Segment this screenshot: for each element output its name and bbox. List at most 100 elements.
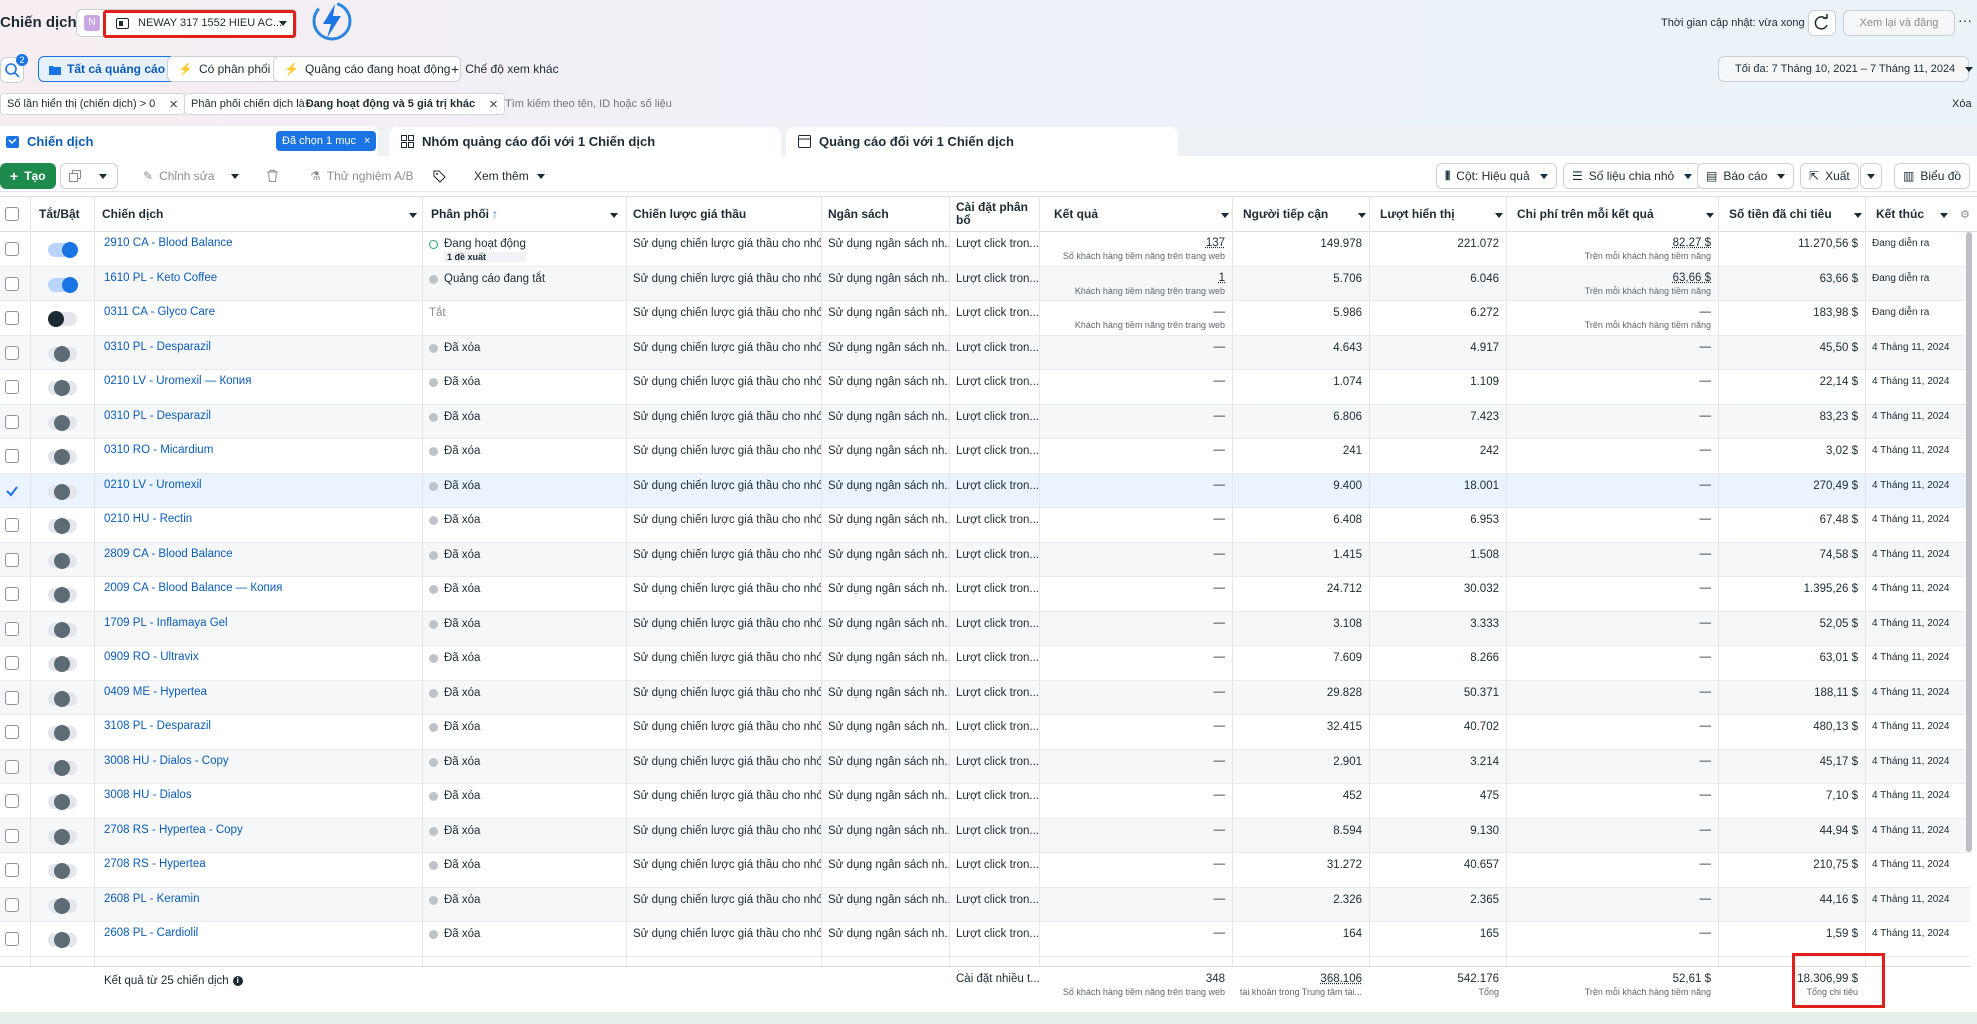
breakdown-button[interactable]: ☰ Số liệu chia nhỏ	[1563, 163, 1702, 189]
campaign-toggle[interactable]	[48, 552, 77, 569]
table-row[interactable]: 0310 RO - Micardium Đã xóa Sử dụng chiến l…	[0, 439, 1970, 474]
table-row[interactable]: 2910 CA - Blood Balance Đang hoạt động 1 đ…	[0, 232, 1970, 267]
row-checkbox[interactable]	[5, 380, 19, 394]
chevron-down-icon[interactable]	[1358, 213, 1366, 218]
campaign-toggle[interactable]	[48, 897, 77, 914]
table-row[interactable]: 2009 CA - Blood Balance — Копия Đã xóa Sử …	[0, 577, 1970, 612]
table-row[interactable]: 0310 PL - Desparazil Đã xóa Sử dụng chiến …	[0, 404, 1970, 439]
search-input[interactable]	[505, 93, 905, 115]
campaign-name-link[interactable]: 2009 CA - Blood Balance — Копия	[97, 577, 422, 611]
column-cost-per-result[interactable]: Chi phí trên mỗi kết quả	[1510, 196, 1661, 232]
recommendation-badge[interactable]: 1 đề xuất	[444, 252, 526, 262]
campaign-name-link[interactable]: 0210 HU - Rectin	[97, 508, 422, 542]
charts-button[interactable]: ▥ Biểu đồ	[1894, 163, 1971, 189]
chevron-down-icon[interactable]	[1495, 213, 1503, 218]
campaign-toggle[interactable]	[48, 932, 77, 948]
campaign-toggle[interactable]	[48, 587, 77, 603]
campaign-name-link[interactable]: 3108 PL - Desparazil	[97, 715, 422, 749]
table-row[interactable]: 0210 LV - Uromexil — Копия Đã xóa Sử dụng …	[0, 370, 1970, 405]
table-row[interactable]: 2708 RS - Hypertea Đã xóa Sử dụng chiến lư…	[0, 853, 1970, 888]
table-row[interactable]: 3108 PL - Desparazil Đã xóa Sử dụng chiến …	[0, 715, 1970, 750]
campaign-toggle[interactable]	[48, 380, 77, 396]
row-checkbox[interactable]	[5, 414, 19, 429]
all-ads-filter[interactable]: Tất cả quảng cáo	[38, 56, 177, 82]
more-options-icon[interactable]: ···	[1958, 12, 1972, 28]
campaign-toggle[interactable]	[48, 690, 77, 707]
vertical-scrollbar[interactable]	[1966, 232, 1972, 852]
campaign-toggle[interactable]	[48, 621, 77, 638]
tab-adsets[interactable]: Nhóm quảng cáo đối với 1 Chiến dịch	[401, 126, 655, 156]
table-row[interactable]: 2608 PL - Cardiolil Đã xóa Sử dụng chiến l…	[0, 922, 1970, 957]
row-checkbox[interactable]	[5, 621, 19, 636]
review-publish-button[interactable]: Xem lại và đăng	[1843, 10, 1955, 36]
delete-button[interactable]	[259, 163, 286, 189]
table-row[interactable]: 3008 HU - Dialos Đã xóa Sử dụng chiến lược…	[0, 784, 1970, 819]
row-checkbox[interactable]	[5, 276, 19, 291]
table-row[interactable]: 2608 PL - Keramin Đã xóa Sử dụng chiến lượ…	[0, 887, 1970, 922]
campaign-name-link[interactable]: 0210 LV - Uromexil — Копия	[97, 370, 422, 404]
row-checkbox[interactable]	[5, 794, 19, 808]
row-checkbox[interactable]	[5, 242, 19, 256]
row-checkbox[interactable]	[5, 656, 19, 670]
campaign-name-link[interactable]: 0310 PL - Desparazil	[97, 336, 422, 370]
campaign-name-link[interactable]: 2608 PL - Cardiolil	[97, 922, 422, 956]
other-view-button[interactable]: + Chế độ xem khác	[440, 56, 570, 82]
campaign-name-link[interactable]: 0310 PL - Desparazil	[97, 405, 422, 439]
close-icon[interactable]: ×	[169, 96, 178, 113]
row-checkbox[interactable]	[5, 449, 19, 463]
campaign-name-link[interactable]: 2608 PL - Keramin	[97, 888, 422, 922]
settings-icon[interactable]: ⚙	[1960, 208, 1970, 221]
row-checkbox[interactable]	[5, 863, 19, 877]
column-amount-spent[interactable]: Số tiền đã chi tiêu	[1722, 196, 1839, 232]
tab-ads[interactable]: Quảng cáo đối với 1 Chiến dịch	[798, 126, 1014, 156]
campaign-name-link[interactable]: 2708 RS - Hypertea	[97, 853, 422, 887]
campaign-name-link[interactable]: 0909 RO - Ultravix	[97, 646, 422, 680]
chevron-down-icon[interactable]	[231, 174, 239, 179]
table-row[interactable]: 0909 RO - Ultravix Đã xóa Sử dụng chiến lư…	[0, 646, 1970, 681]
campaign-name-link[interactable]: 2708 RS - Hypertea - Copy	[97, 819, 422, 853]
columns-button[interactable]: ⦀ Cột: Hiệu quả	[1436, 163, 1557, 189]
export-more-button[interactable]	[1860, 163, 1882, 189]
row-checkbox[interactable]	[5, 552, 19, 567]
tag-button[interactable]	[425, 163, 454, 189]
row-checkbox[interactable]	[5, 690, 19, 705]
campaign-toggle[interactable]	[48, 725, 77, 741]
chevron-down-icon[interactable]	[1221, 213, 1229, 218]
chevron-down-icon[interactable]	[1706, 213, 1714, 218]
table-row[interactable]: 0310 PL - Desparazil Đã xóa Sử dụng chiến …	[0, 335, 1970, 370]
edit-button[interactable]: ✎ Chỉnh sửa	[135, 163, 222, 189]
table-row[interactable]: 0311 CA - Glyco Care Tắt Sử dụng chiến lượ…	[0, 301, 1970, 336]
row-checkbox[interactable]	[5, 897, 19, 912]
campaign-toggle[interactable]	[48, 311, 77, 327]
campaign-name-link[interactable]: 0310 RO - Micardium	[97, 439, 422, 473]
table-row[interactable]: 2809 CA - Blood Balance Đã xóa Sử dụng chi…	[0, 542, 1970, 577]
info-icon[interactable]: i	[232, 976, 243, 986]
column-setting[interactable]: Cài đặt phân bổ	[949, 196, 1035, 232]
campaign-name-link[interactable]: 2910 CA - Blood Balance	[97, 232, 422, 266]
row-checkbox[interactable]	[5, 484, 19, 498]
campaign-toggle[interactable]	[48, 276, 78, 293]
duplicate-button[interactable]	[60, 163, 118, 189]
export-button[interactable]: ⇱ Xuất	[1800, 163, 1859, 189]
filter-chip-delivery[interactable]: Phân phối chiến dịch là Đang hoạt động v…	[184, 93, 505, 115]
column-toggle[interactable]: Tắt/Bật	[32, 196, 87, 232]
table-row[interactable]: 2708 RS - Hypertea - Copy Đã xóa Sử dụng c…	[0, 818, 1970, 853]
table-row[interactable]: 0210 HU - Rectin Đã xóa Sử dụng chiến lược…	[0, 508, 1970, 543]
select-all-checkbox[interactable]	[5, 207, 19, 221]
tab-campaigns[interactable]: Chiến dịch	[6, 126, 93, 156]
campaign-name-link[interactable]: 1709 PL - Inflamaya Gel	[97, 612, 422, 646]
campaign-toggle[interactable]	[48, 483, 77, 500]
ab-test-button[interactable]: ⚗ Thử nghiệm A/B	[302, 163, 422, 189]
table-row[interactable]: 3008 HU - Dialos - Copy Đã xóa Sử dụng chi…	[0, 749, 1970, 784]
campaign-toggle[interactable]	[48, 863, 77, 879]
selected-count-badge[interactable]: Đã chọn 1 mục ×	[276, 131, 377, 151]
column-results[interactable]: Kết quả	[1047, 196, 1105, 232]
chevron-down-icon[interactable]	[1940, 213, 1948, 218]
more-actions-button[interactable]: Xem thêm	[466, 163, 553, 189]
chevron-down-icon[interactable]	[409, 213, 417, 218]
row-checkbox[interactable]	[5, 518, 19, 532]
campaign-toggle[interactable]	[48, 414, 77, 431]
row-checkbox[interactable]	[5, 345, 19, 360]
close-icon[interactable]: ×	[364, 135, 370, 147]
campaign-toggle[interactable]	[48, 828, 77, 845]
